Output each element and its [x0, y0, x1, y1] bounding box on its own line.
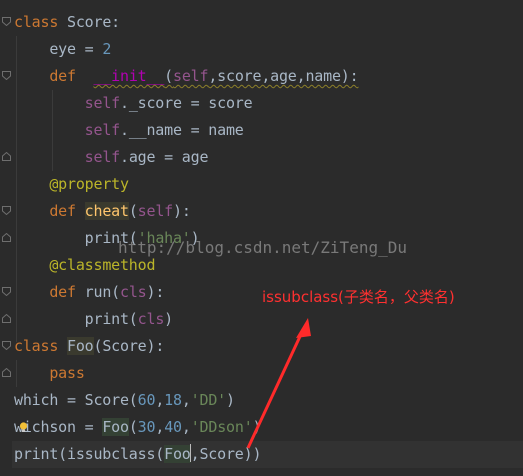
code-editor[interactable]: class Score: eye = 2 def __init__(self,s… — [0, 0, 523, 476]
annotation-arrow-icon — [246, 318, 311, 449]
